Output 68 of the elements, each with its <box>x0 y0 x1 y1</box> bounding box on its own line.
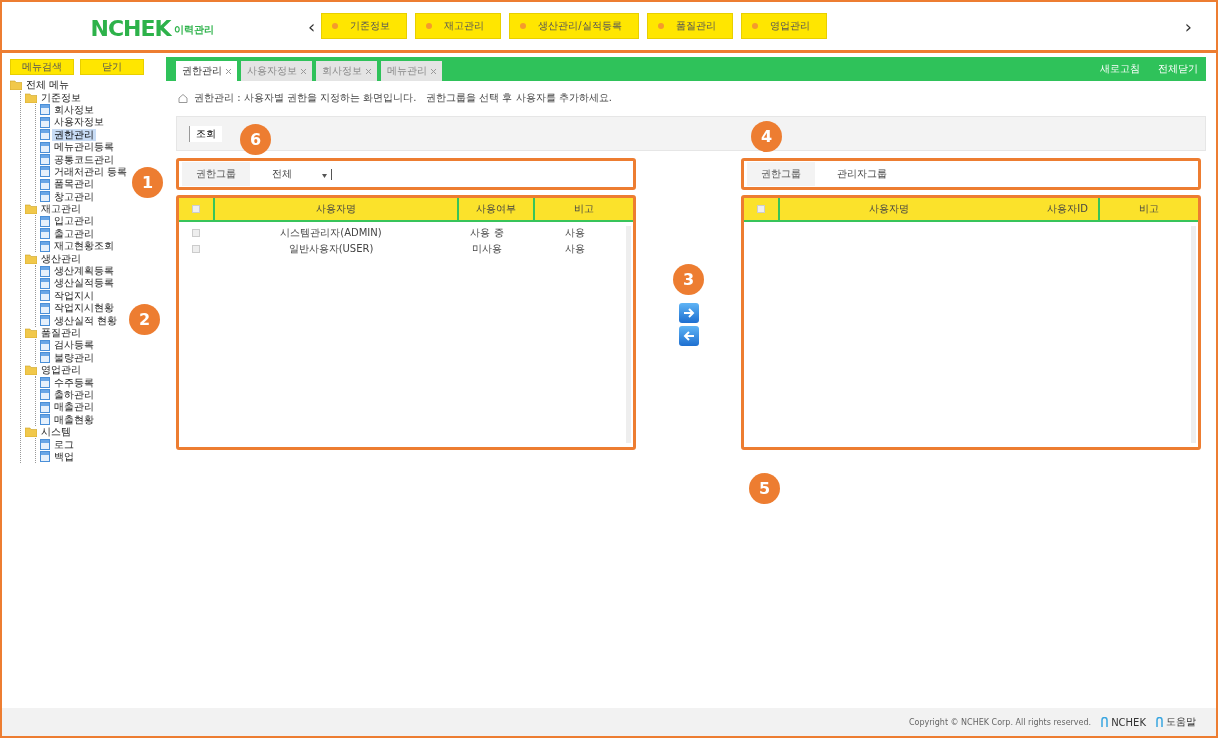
table-cell-text: 사용 <box>564 242 586 256</box>
table-cell-text: 미사용 <box>471 242 503 256</box>
footer-link[interactable]: 도움말 <box>1156 715 1196 729</box>
tree-item[interactable]: 불량관리 <box>52 351 96 364</box>
column-header: 사용자명 <box>213 198 457 220</box>
tree-item[interactable]: 작업지시현황 <box>52 302 116 315</box>
menu-button[interactable]: 품질관리 <box>646 13 733 39</box>
sidebar-button[interactable]: 닫기 <box>80 59 144 75</box>
menu-button[interactable]: 영업관리 <box>740 13 827 39</box>
tree-item[interactable]: 생산관리 <box>39 252 83 265</box>
menu-button[interactable]: 재고관리 <box>415 13 502 39</box>
search-button[interactable]: 조회 <box>189 125 222 142</box>
step-number-badge: 5 <box>749 473 780 504</box>
page-description: 권한관리 : 사용자별 권한을 지정하는 화면입니다. 권한그룹을 선택 후 사용자를 추가하세요. <box>194 91 612 105</box>
menu-button[interactable]: 생산관리/실적등록 <box>509 13 639 39</box>
tree-item[interactable]: 매출관리 <box>52 401 96 414</box>
tree-item[interactable]: 재고현황조회 <box>52 240 116 253</box>
tree-item[interactable]: 작업지시 <box>52 289 96 302</box>
filter-select[interactable]: 전체 <box>272 167 332 181</box>
step-number-badge: 3 <box>673 264 704 295</box>
next-button[interactable]: › <box>1178 15 1198 37</box>
tree-item[interactable]: 회사정보 <box>52 103 96 116</box>
filter-select[interactable]: 관리자그룹 <box>837 167 887 181</box>
logo-text: NCHEK <box>90 15 171 41</box>
tree-item[interactable]: 출하관리 <box>52 388 96 401</box>
previous-button[interactable]: ‹ <box>302 15 322 37</box>
column-header: 비고 <box>1098 198 1198 220</box>
tree-item[interactable]: 품목관리 <box>52 178 96 191</box>
copyright-text: Copyright © NCHEK Corp. All rights reserved. <box>908 717 1092 727</box>
menu-button[interactable]: 기준정보 <box>321 13 408 39</box>
tree-item[interactable]: 시스템 <box>39 426 73 439</box>
sidebar-button[interactable]: 메뉴검색 <box>10 59 74 75</box>
tree-item[interactable]: 기준정보 <box>39 91 83 104</box>
tree-item[interactable]: 전체 메뉴 <box>24 79 72 92</box>
column-header: 사용자ID <box>1046 202 1089 216</box>
column-header: 비고 <box>533 198 633 220</box>
tree-item[interactable]: 수주등록 <box>52 376 96 389</box>
tree-item[interactable]: 생산계획등록 <box>52 265 116 278</box>
tree-item[interactable]: 사용자정보 <box>52 116 106 129</box>
column-header: 사용자명 <box>778 198 998 220</box>
tree-item[interactable]: 로그 <box>52 438 76 451</box>
tree-item[interactable]: 생산실적 현황 <box>52 314 120 327</box>
tree-item[interactable]: 입고관리 <box>52 215 96 228</box>
tree-item[interactable]: 거래처관리 등록 <box>52 165 130 178</box>
filter-label: 권한그룹 <box>182 162 250 186</box>
tree-item[interactable]: 매출현황 <box>52 413 96 426</box>
logo-subtitle: 이력관리 <box>173 22 214 37</box>
tree-item[interactable]: 메뉴관리등록 <box>52 141 116 154</box>
step-number-badge: 2 <box>129 304 160 335</box>
tree-item[interactable]: 재고관리 <box>39 203 83 216</box>
tree-item[interactable]: 공통코드관리 <box>52 153 116 166</box>
column-header: 사용여부 <box>457 198 533 220</box>
table-cell-text: 사용 <box>564 226 586 240</box>
tree-item[interactable]: 권한관리 <box>52 128 96 141</box>
table-cell-text: 사용 중 <box>469 226 505 240</box>
tree-item[interactable]: 품질관리 <box>39 327 83 339</box>
tree-item[interactable]: 생산실적등록 <box>52 277 116 290</box>
table-cell-text: 일반사용자(USER) <box>287 242 375 256</box>
tree-item[interactable]: 영업관리 <box>39 364 83 377</box>
footer-link[interactable]: NCHEK <box>1101 716 1146 728</box>
tree-item[interactable]: 창고관리 <box>52 190 96 203</box>
filter-label: 권한그룹 <box>747 162 815 186</box>
tab[interactable]: 권한관리 <box>176 61 237 81</box>
table-cell-text: 시스템관리자(ADMIN) <box>279 226 383 240</box>
tree-item[interactable]: 백업 <box>52 450 76 463</box>
tree-item[interactable]: 검사등록 <box>52 339 96 352</box>
step-number-badge: 1 <box>132 167 163 198</box>
tree-item[interactable]: 출고관리 <box>52 227 96 240</box>
